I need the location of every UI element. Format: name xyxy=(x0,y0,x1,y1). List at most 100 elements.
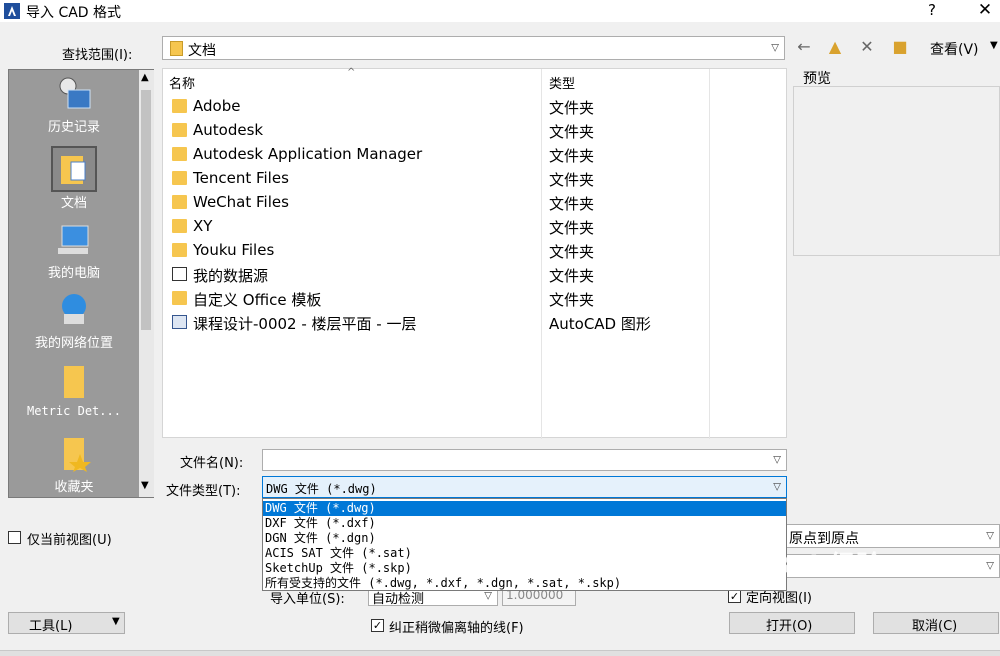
place-documents-label: 文档 xyxy=(60,196,87,211)
places-bar: 历史记录 文档 我的电脑 我的网络位置 Metric Det... 收藏夹 ▲ … xyxy=(8,69,154,498)
scroll-up-icon[interactable]: ▲ xyxy=(141,72,149,83)
filetype-dropdown-list: DWG 文件 (*.dwg) DXF 文件 (*.dxf) DGN 文件 (*.… xyxy=(262,498,787,591)
current-view-label: 仅当前视图(U) xyxy=(27,533,112,548)
list-item[interactable]: Autodesk 文件夹 xyxy=(163,119,783,143)
help-button[interactable]: ? xyxy=(922,1,942,19)
favorites-icon xyxy=(64,438,91,472)
list-item[interactable]: 自定义 Office 模板 文件夹 xyxy=(163,287,783,311)
places-scrollbar[interactable]: ▲ ▼ xyxy=(139,70,154,497)
back-icon[interactable]: ← xyxy=(795,38,813,56)
sort-asc-icon: ^ xyxy=(347,67,356,78)
filetype-option[interactable]: DXF 文件 (*.dxf) xyxy=(263,516,786,531)
place-computer-label: 我的电脑 xyxy=(47,266,100,281)
tools-button[interactable]: 工具(L) ▼ xyxy=(8,612,125,634)
list-item[interactable]: Adobe 文件夹 xyxy=(163,95,783,119)
file-name: Youku Files xyxy=(193,241,275,259)
filetype-option[interactable]: DWG 文件 (*.dwg) xyxy=(263,501,786,516)
scroll-down-icon[interactable]: ▼ xyxy=(141,480,149,491)
lookin-value: 文档 xyxy=(188,43,216,59)
current-view-checkbox[interactable] xyxy=(8,531,21,544)
list-item[interactable]: 课程设计-0002 - 楼层平面 - 一层 AutoCAD 图形 xyxy=(163,311,783,335)
folder-icon xyxy=(172,291,187,305)
up-folder-icon[interactable]: ▲ xyxy=(826,38,844,56)
filetype-option[interactable]: SketchUp 文件 (*.skp) xyxy=(263,561,786,576)
new-folder-icon[interactable]: ■ xyxy=(891,38,909,56)
orient-view-checkbox[interactable]: ✓ xyxy=(728,590,741,603)
lookin-combo[interactable]: 文档 ▽ xyxy=(162,36,785,60)
list-item[interactable]: Tencent Files 文件夹 xyxy=(163,167,783,191)
view-menu-button[interactable]: 查看(V) xyxy=(930,39,979,59)
filename-label: 文件名(N): xyxy=(180,456,244,471)
filetype-combo[interactable]: DWG 文件 (*.dwg) ▽ xyxy=(262,476,787,498)
filename-input[interactable]: ▽ xyxy=(262,449,787,471)
window-title: 导入 CAD 格式 xyxy=(26,5,122,21)
file-name: XY xyxy=(193,217,213,235)
correct-lines-label: 纠正稍微偏离轴的线(F) xyxy=(389,621,524,636)
folder-icon xyxy=(64,366,84,398)
column-header-name[interactable]: 名称 xyxy=(169,73,195,92)
folder-icon xyxy=(172,123,187,137)
filetype-option[interactable]: ACIS SAT 文件 (*.sat) xyxy=(263,546,786,561)
file-name: Autodesk xyxy=(193,121,264,139)
folder-icon xyxy=(172,99,187,113)
list-item[interactable]: WeChat Files 文件夹 xyxy=(163,191,783,215)
list-item[interactable]: XY 文件夹 xyxy=(163,215,783,239)
preview-label: 预览 xyxy=(803,71,831,87)
file-type: 文件夹 xyxy=(549,243,595,261)
place-favorites[interactable]: 收藏夹 xyxy=(9,436,139,495)
close-button[interactable]: ✕ xyxy=(970,0,1000,20)
place-favorites-label: 收藏夹 xyxy=(54,480,94,495)
chevron-down-icon: ▽ xyxy=(986,530,994,542)
folder-icon xyxy=(172,147,187,161)
file-name: 课程设计-0002 - 楼层平面 - 一层 xyxy=(193,315,417,333)
file-type: AutoCAD 图形 xyxy=(549,315,651,333)
data-source-icon xyxy=(172,267,187,281)
list-item[interactable]: Autodesk Application Manager 文件夹 xyxy=(163,143,783,167)
place-documents[interactable]: 文档 xyxy=(9,146,139,211)
correct-lines-checkbox[interactable]: ✓ xyxy=(371,619,384,632)
chevron-down-icon[interactable]: ▽ xyxy=(773,455,781,466)
file-type: 文件夹 xyxy=(549,171,595,189)
folder-icon xyxy=(172,219,187,233)
chevron-down-icon: ▽ xyxy=(773,481,781,493)
view-dropdown-icon[interactable]: ▼ xyxy=(990,40,998,51)
file-list: 名称 ^ 类型 Adobe 文件夹 Autodesk 文件夹 Autodesk Ap… xyxy=(162,67,787,439)
column-header-type[interactable]: 类型 xyxy=(549,73,575,92)
open-button[interactable]: 打开(O) xyxy=(729,612,855,634)
place-metric[interactable]: Metric Det... xyxy=(9,364,139,418)
cancel-label: 取消(C) xyxy=(912,619,958,634)
filetype-option[interactable]: 所有受支持的文件 (*.dwg, *.dxf, *.dgn, *.sat, *.… xyxy=(263,576,786,591)
baidu-watermark: Bai 经验 xyxy=(770,551,884,581)
filetype-label: 文件类型(T): xyxy=(166,484,241,499)
documents-folder-icon xyxy=(170,41,183,56)
file-type: 文件夹 xyxy=(549,99,595,117)
delete-icon[interactable]: ✕ xyxy=(858,38,876,56)
file-type: 文件夹 xyxy=(549,219,595,237)
lookin-label: 查找范围(I): xyxy=(62,48,133,63)
documents-icon xyxy=(61,156,86,184)
file-name: 我的数据源 xyxy=(193,267,269,285)
file-name: 自定义 Office 模板 xyxy=(193,291,322,309)
chevron-down-icon: ▽ xyxy=(986,560,994,572)
dwg-file-icon xyxy=(172,315,187,329)
cancel-button[interactable]: 取消(C) xyxy=(873,612,999,634)
file-type: 文件夹 xyxy=(549,123,595,141)
filetype-option[interactable]: DGN 文件 (*.dgn) xyxy=(263,531,786,546)
folder-icon xyxy=(172,171,187,185)
scroll-thumb[interactable] xyxy=(141,90,151,330)
list-item[interactable]: 我的数据源 文件夹 xyxy=(163,263,783,287)
place-network-label: 我的网络位置 xyxy=(34,336,113,351)
folder-icon xyxy=(172,195,187,209)
place-computer[interactable]: 我的电脑 xyxy=(9,222,139,281)
place-history-label: 历史记录 xyxy=(47,120,100,135)
list-item[interactable]: Youku Files 文件夹 xyxy=(163,239,783,263)
file-name: Adobe xyxy=(193,97,241,115)
computer-icon xyxy=(58,225,89,254)
chevron-down-icon: ▽ xyxy=(771,42,779,54)
place-metric-label: Metric Det... xyxy=(27,404,121,418)
place-history[interactable]: 历史记录 xyxy=(9,76,139,135)
place-network[interactable]: 我的网络位置 xyxy=(9,292,139,351)
file-type: 文件夹 xyxy=(549,147,595,165)
open-label: 打开(O) xyxy=(766,619,813,634)
title-bar: 导入 CAD 格式 ? ✕ xyxy=(0,0,1000,22)
